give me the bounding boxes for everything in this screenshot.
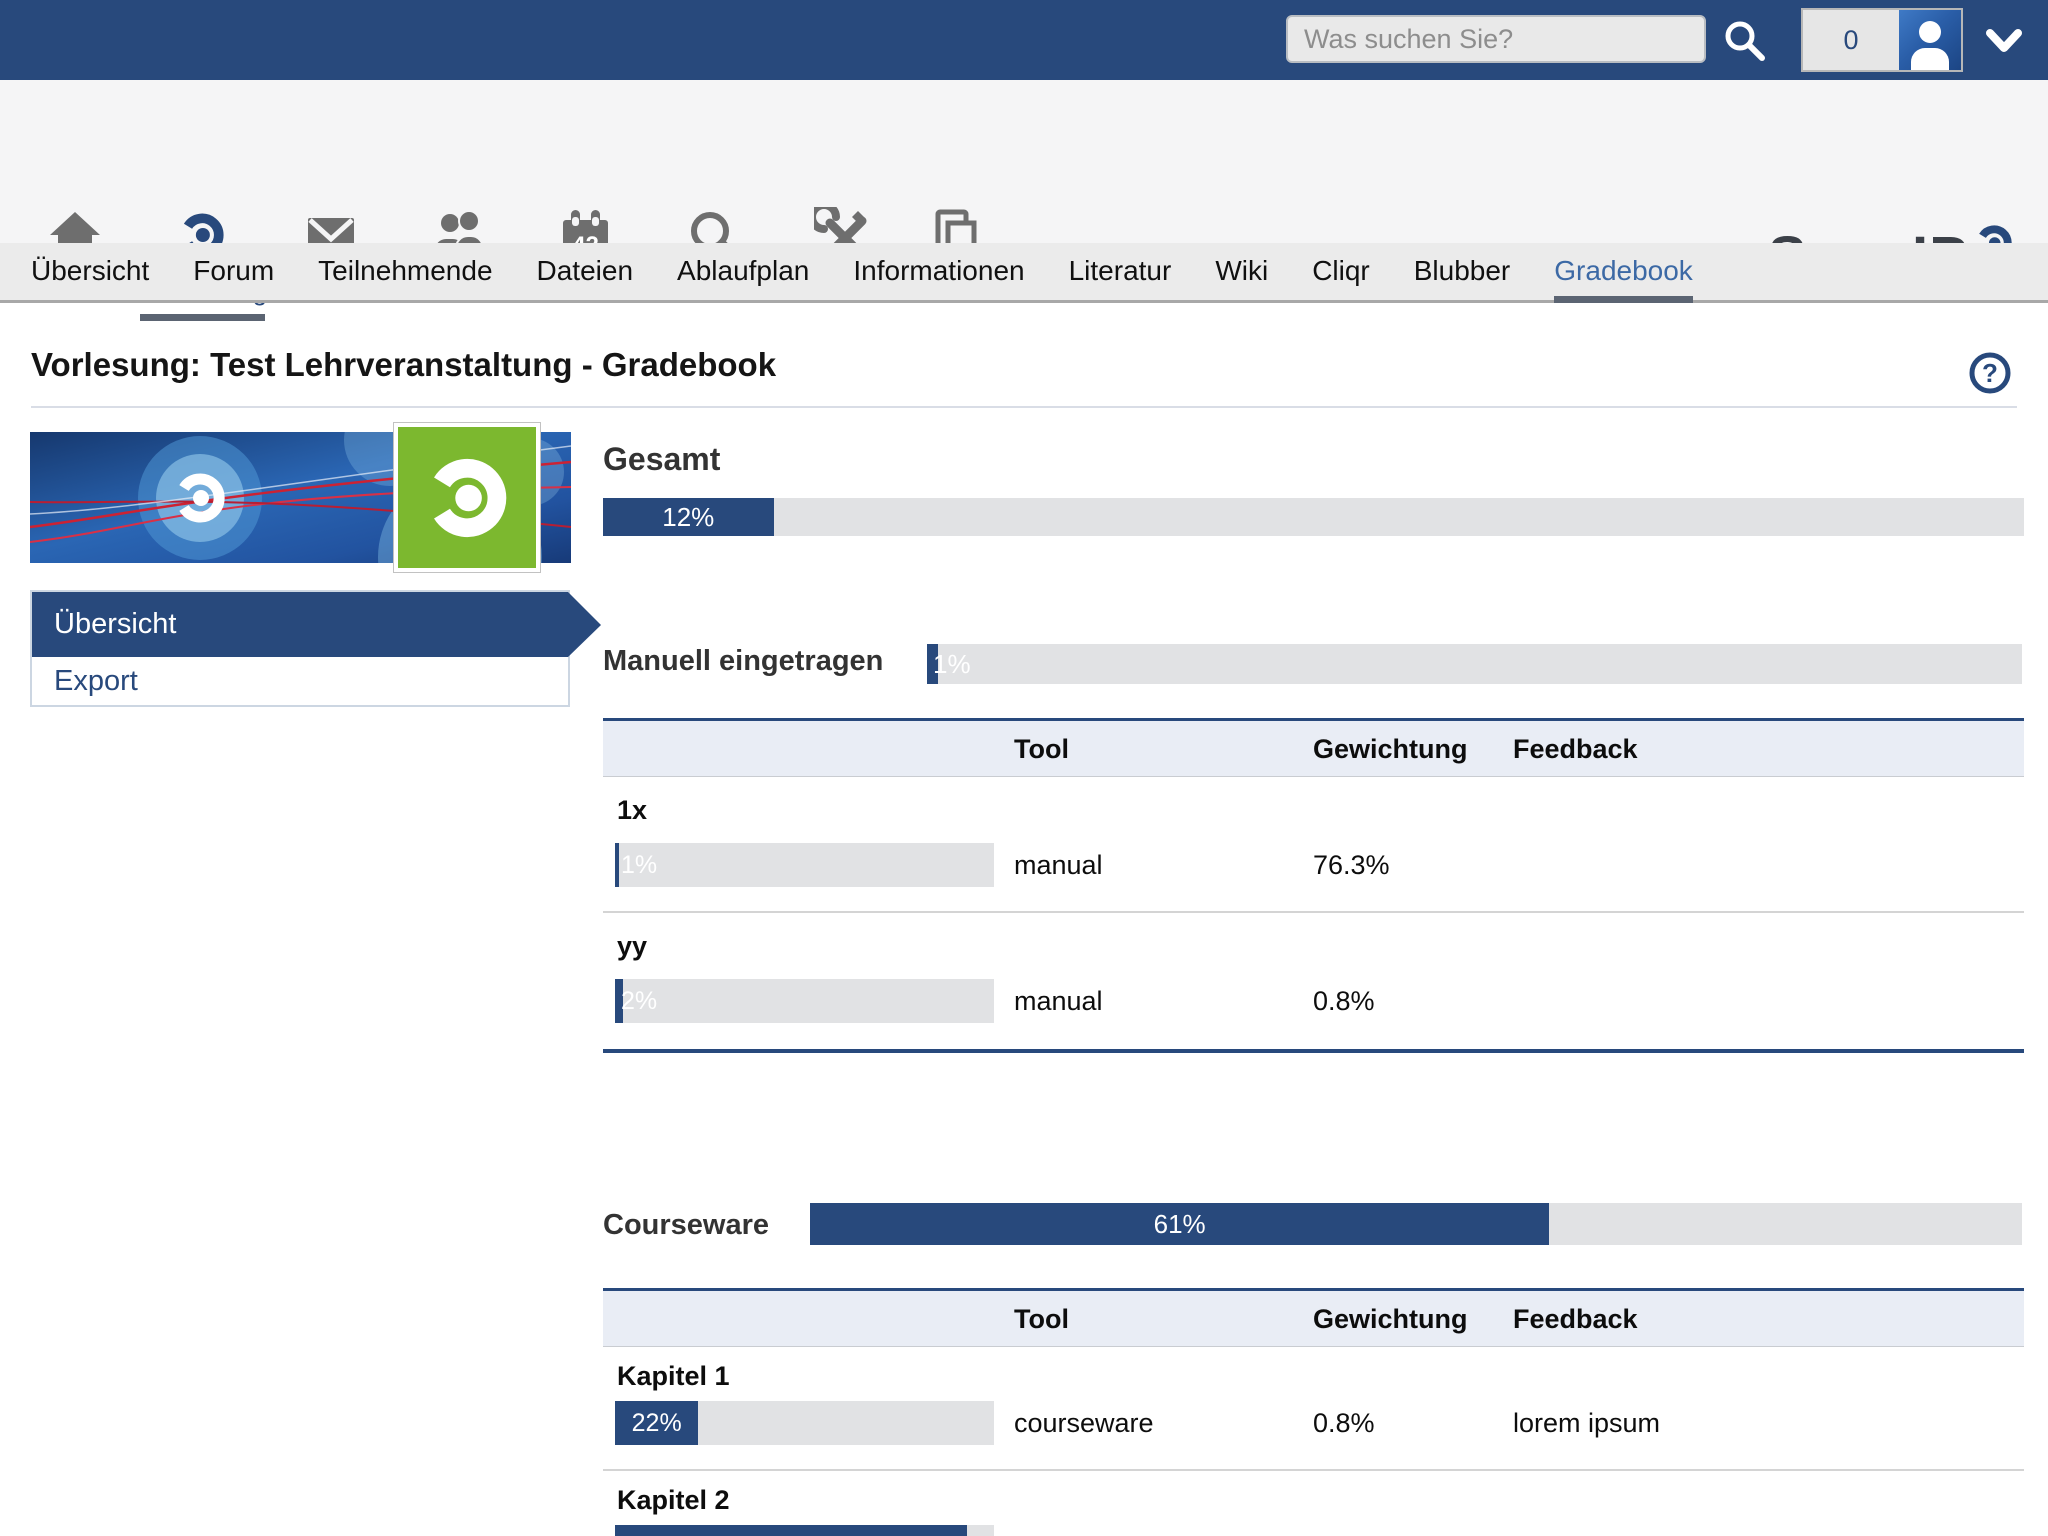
tab-wiki[interactable]: Wiki xyxy=(1215,243,1268,303)
notification-counter[interactable]: 0 xyxy=(1803,10,1899,70)
chevron-down-icon[interactable] xyxy=(1986,28,2022,54)
row-gewichtung: 0.8% xyxy=(1313,1525,1375,1536)
row-tool: courseware xyxy=(1014,1525,1154,1536)
course-tab-bar: Übersicht Forum Teilnehmende Dateien Abl… xyxy=(0,243,2048,303)
course-avatar-tile xyxy=(394,423,540,572)
row-gewichtung: 0.8% xyxy=(1313,979,1375,1023)
table-row: Kapitel 2 93% courseware 0.8% lorem ipsu… xyxy=(603,1471,2024,1536)
tab-uebersicht[interactable]: Übersicht xyxy=(31,243,149,303)
row-feedback: lorem ipsum xyxy=(1513,1525,1660,1536)
search-input[interactable] xyxy=(1286,15,1706,63)
row-progress-fill xyxy=(615,843,619,887)
row-progress-label: 2% xyxy=(621,979,657,1023)
row-tool: manual xyxy=(1014,979,1103,1023)
tab-gradebook[interactable]: Gradebook xyxy=(1554,243,1693,303)
row-name: Kapitel 1 xyxy=(617,1361,730,1392)
top-bar: 0 xyxy=(0,0,2048,80)
row-progress-bar: 1% xyxy=(615,843,994,887)
studip-gradebook-screen: 0 xyxy=(0,0,2048,1536)
section-courseware-progress-label: 61% xyxy=(810,1203,1549,1245)
section-manuell-progress-bar: 1% xyxy=(927,644,2022,684)
tab-ablaufplan[interactable]: Ablaufplan xyxy=(677,243,809,303)
sidebar-nav: Übersicht Export xyxy=(30,590,570,707)
row-name: yy xyxy=(617,931,647,962)
row-name: 1x xyxy=(617,795,647,826)
table-row: Kapitel 1 22% courseware 0.8% lorem ipsu… xyxy=(603,1347,2024,1471)
row-name: Kapitel 2 xyxy=(617,1485,730,1516)
gesamt-progress-bar: 12% xyxy=(603,498,2024,536)
section-courseware-heading: Courseware xyxy=(603,1209,769,1242)
row-gewichtung: 0.8% xyxy=(1313,1401,1375,1445)
gesamt-progress-label: 12% xyxy=(603,498,774,536)
sidebar-item-export[interactable]: Export xyxy=(32,657,568,705)
row-gewichtung: 76.3% xyxy=(1313,843,1390,887)
row-feedback: lorem ipsum xyxy=(1513,1401,1660,1445)
row-progress-label: 93% xyxy=(615,1525,967,1536)
table-row: yy 2% manual 0.8% xyxy=(603,913,2024,1049)
column-header-feedback: Feedback xyxy=(1513,721,1638,777)
gesamt-heading: Gesamt xyxy=(603,441,720,478)
table-row: 1x 1% manual 76.3% xyxy=(603,777,2024,913)
column-header-tool: Tool xyxy=(1014,1291,1069,1347)
section-manuell-progress-label: 1% xyxy=(933,644,971,684)
tab-forum[interactable]: Forum xyxy=(193,243,274,303)
course-avatar-swirl-icon xyxy=(417,448,517,548)
avatar[interactable] xyxy=(1899,10,1961,70)
row-progress-bar: 2% xyxy=(615,979,994,1023)
section-courseware-progress-bar: 61% xyxy=(810,1203,2022,1245)
tab-teilnehmende[interactable]: Teilnehmende xyxy=(318,243,492,303)
svg-text:?: ? xyxy=(1982,358,1998,388)
search-icon[interactable] xyxy=(1722,18,1766,62)
section-manuell-heading: Manuell eingetragen xyxy=(603,645,883,678)
sidebar-item-uebersicht[interactable]: Übersicht xyxy=(32,592,568,657)
column-header-gewichtung: Gewichtung xyxy=(1313,721,1468,777)
courseware-table-header: Tool Gewichtung Feedback xyxy=(603,1291,2024,1347)
main-icon-bar: 42 Veranstaltungen Stud.IP xyxy=(0,80,2048,243)
help-icon[interactable]: ? xyxy=(1969,352,2011,394)
tab-cliqr[interactable]: Cliqr xyxy=(1312,243,1370,303)
column-header-feedback: Feedback xyxy=(1513,1291,1638,1347)
courseware-table: Tool Gewichtung Feedback Kapitel 1 22% c… xyxy=(603,1288,2024,1536)
person-icon xyxy=(1907,18,1953,70)
column-header-tool: Tool xyxy=(1014,721,1069,777)
iconbar-active-underline xyxy=(140,314,265,321)
manuell-table: Tool Gewichtung Feedback 1x 1% manual 76… xyxy=(603,718,2024,1053)
title-divider xyxy=(31,406,2017,408)
row-progress-bar: 22% xyxy=(615,1401,994,1445)
row-progress-bar: 93% xyxy=(615,1525,994,1536)
row-tool: courseware xyxy=(1014,1401,1154,1445)
tab-literatur[interactable]: Literatur xyxy=(1069,243,1172,303)
user-widget[interactable]: 0 xyxy=(1801,8,1963,72)
row-progress-label: 1% xyxy=(621,843,657,887)
page-title: Vorlesung: Test Lehrveranstaltung - Grad… xyxy=(31,346,776,384)
manuell-table-header: Tool Gewichtung Feedback xyxy=(603,721,2024,777)
row-progress-label: 22% xyxy=(615,1401,698,1445)
tab-blubber[interactable]: Blubber xyxy=(1414,243,1511,303)
column-header-gewichtung: Gewichtung xyxy=(1313,1291,1468,1347)
tab-dateien[interactable]: Dateien xyxy=(537,243,634,303)
tab-informationen[interactable]: Informationen xyxy=(853,243,1024,303)
row-tool: manual xyxy=(1014,843,1103,887)
